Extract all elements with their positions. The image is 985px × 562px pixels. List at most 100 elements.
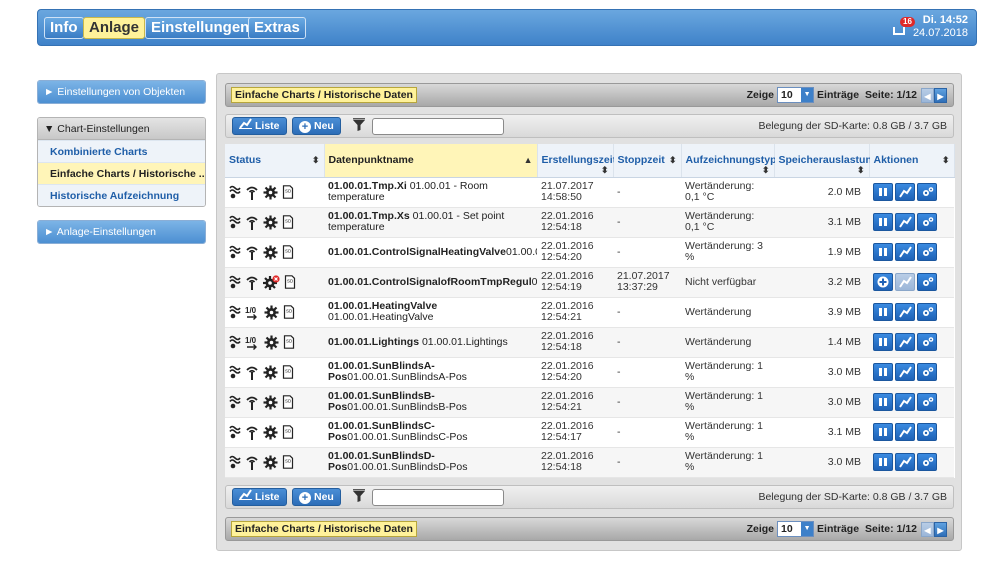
datapoint-name-cell[interactable]: 01.00.01.Tmp.Xi 01.00.01 - Room temperat…: [324, 177, 537, 208]
add-button[interactable]: [873, 273, 893, 291]
chart-button[interactable]: [895, 423, 915, 441]
pause-button[interactable]: [873, 333, 893, 351]
settings-button[interactable]: [917, 363, 937, 381]
storage-cell: 3.0 MB: [774, 387, 869, 418]
chart-button[interactable]: [895, 213, 915, 231]
sidebar-item-historical-recording[interactable]: Historische Aufzeichnung: [38, 184, 205, 206]
settings-button[interactable]: [917, 453, 937, 471]
status-icons: SD: [229, 365, 320, 380]
search-input[interactable]: [372, 118, 504, 135]
new-button[interactable]: + Neu: [292, 117, 341, 135]
created-cell: 22.01.2016 12:54:21: [537, 387, 613, 418]
chart-button[interactable]: [895, 393, 915, 411]
datapoint-name-cell[interactable]: 01.00.01.Lightings 01.00.01.Lightings: [324, 327, 537, 358]
action-buttons: [873, 183, 950, 201]
column-header-storage[interactable]: Speicherauslastung ⬍: [774, 144, 878, 178]
column-header-name[interactable]: Datenpunktname ▲: [324, 144, 538, 178]
pause-button[interactable]: [873, 423, 893, 441]
sort-asc-icon: ▲: [523, 155, 533, 166]
datapoint-name-cell[interactable]: 01.00.01.SunBlindsA-Pos01.00.01.SunBlind…: [324, 357, 537, 388]
entries-select[interactable]: 10 ▼: [777, 87, 815, 103]
table-row[interactable]: 1/0 SD 01.00.01.HeatingValve 01.00.01.Heat…: [225, 297, 954, 328]
datapoint-name-cell[interactable]: 01.00.01.ControlSignalHeatingValve01.00.…: [324, 237, 537, 268]
table-row[interactable]: SD 01.00.01.Tmp.Xs 01.00.01 - Set point t…: [225, 207, 954, 238]
sd-card-usage: Belegung der SD-Karte: 0.8 GB / 3.7 GB: [758, 120, 947, 132]
next-page-button[interactable]: ▶: [934, 87, 947, 103]
table-row[interactable]: SD 01.00.01.ControlSignalofRoomTmpRegul01…: [225, 267, 954, 298]
toolbar-top: Liste + Neu Belegung der SD-Karte: 0.8 GB…: [225, 114, 954, 138]
storage-cell: 3.1 MB: [774, 207, 869, 238]
svg-text:SD: SD: [285, 429, 292, 434]
nav-tab-anlage[interactable]: Anlage: [83, 17, 146, 39]
action-buttons: [873, 243, 950, 261]
settings-button[interactable]: [917, 183, 937, 201]
chart-icon: [898, 306, 912, 318]
chart-button[interactable]: [895, 303, 915, 321]
sd-card-icon: SD: [284, 275, 296, 289]
filter-icon[interactable]: [352, 489, 366, 506]
type-cell: Wertänderung: [681, 327, 774, 358]
sidebar-header-chart-settings[interactable]: ▼ Chart-Einstellungen: [38, 118, 205, 140]
datapoint-name-cell[interactable]: 01.00.01.SunBlindsB-Pos01.00.01.SunBlind…: [324, 387, 537, 418]
sidebar-group-charts: ▼ Chart-Einstellungen Kombinierte Charts…: [37, 117, 206, 207]
settings-button[interactable]: [917, 423, 937, 441]
settings-button[interactable]: [917, 303, 937, 321]
status-cell: 1/0 SD: [225, 327, 324, 358]
pause-button[interactable]: [873, 303, 893, 321]
svg-text:SD: SD: [285, 189, 292, 194]
table-row[interactable]: SD 01.00.01.SunBlindsD-Pos01.00.01.SunBli…: [225, 447, 954, 478]
list-button[interactable]: Liste: [232, 117, 287, 135]
sd-card-icon: SD: [282, 455, 294, 469]
clock: Di. 14:52 24.07.2018: [913, 14, 968, 40]
datapoint-name-cell[interactable]: 01.00.01.HeatingValve 01.00.01.HeatingVa…: [324, 297, 537, 328]
settings-button[interactable]: [917, 393, 937, 411]
sidebar-item-simple-charts[interactable]: Einfache Charts / Historische ...: [38, 162, 205, 184]
entries-select-bottom[interactable]: 10 ▼: [777, 521, 815, 537]
column-header-status[interactable]: Status ⬍: [225, 144, 325, 178]
actions-cell: [869, 237, 954, 268]
datapoint-name-cell[interactable]: 01.00.01.ControlSignalofRoomTmpRegul01.0…: [324, 267, 537, 298]
pause-button[interactable]: [873, 213, 893, 231]
chart-button[interactable]: [895, 453, 915, 471]
next-page-button[interactable]: ▶: [934, 521, 947, 537]
previous-page-button[interactable]: ◀: [921, 87, 934, 103]
table-row[interactable]: SD 01.00.01.ControlSignalHeatingValve01.0…: [225, 237, 954, 268]
nav-tab-extras[interactable]: Extras: [248, 17, 306, 39]
pause-button[interactable]: [873, 453, 893, 471]
chart-button[interactable]: [895, 183, 915, 201]
settings-button[interactable]: [917, 333, 937, 351]
filter-icon[interactable]: [352, 118, 366, 135]
pause-button[interactable]: [873, 243, 893, 261]
search-input-bottom[interactable]: [372, 489, 504, 506]
chart-button[interactable]: [895, 363, 915, 381]
settings-button[interactable]: [917, 273, 937, 291]
new-button-bottom[interactable]: + Neu: [292, 488, 341, 506]
datapoint-name-cell[interactable]: 01.00.01.SunBlindsD-Pos01.00.01.SunBlind…: [324, 447, 537, 478]
chart-button[interactable]: [895, 333, 915, 351]
column-header-stop[interactable]: Stoppzeit ⬍: [613, 144, 682, 178]
table-row[interactable]: SD 01.00.01.Tmp.Xi 01.00.01 - Room temper…: [225, 177, 954, 208]
column-header-created[interactable]: Erstellungszeit ⬍: [537, 144, 616, 178]
breadcrumb-bottom: Einfache Charts / Historische Daten: [231, 521, 417, 537]
pause-button[interactable]: [873, 363, 893, 381]
table-row[interactable]: SD 01.00.01.SunBlindsC-Pos01.00.01.SunBli…: [225, 417, 954, 448]
table-row[interactable]: SD 01.00.01.SunBlindsB-Pos01.00.01.SunBli…: [225, 387, 954, 418]
table-row[interactable]: 1/0 SD 01.00.01.Lightings 01.00.01.Lightin…: [225, 327, 954, 358]
previous-page-button[interactable]: ◀: [921, 521, 934, 537]
chart-button[interactable]: [895, 273, 915, 291]
table-row[interactable]: SD 01.00.01.SunBlindsA-Pos01.00.01.SunBli…: [225, 357, 954, 388]
settings-button[interactable]: [917, 213, 937, 231]
chart-button[interactable]: [895, 243, 915, 261]
nav-tab-info[interactable]: Info: [44, 17, 84, 39]
nav-tab-einstellungen[interactable]: Einstellungen: [145, 17, 256, 39]
datapoint-name-cell[interactable]: 01.00.01.Tmp.Xs 01.00.01 - Set point tem…: [324, 207, 537, 238]
settings-button[interactable]: [917, 243, 937, 261]
list-button-bottom[interactable]: Liste: [232, 488, 287, 506]
column-header-type[interactable]: Aufzeichnungstyp ⬍: [681, 144, 777, 178]
sidebar-item-combined-charts[interactable]: Kombinierte Charts: [38, 140, 205, 162]
pause-button[interactable]: [873, 183, 893, 201]
sidebar-header-objects[interactable]: ► Einstellungen von Objekten: [38, 81, 205, 103]
sidebar-header-plant-settings[interactable]: ► Anlage-Einstellungen: [38, 221, 205, 243]
datapoint-name-cell[interactable]: 01.00.01.SunBlindsC-Pos01.00.01.SunBlind…: [324, 417, 537, 448]
pause-button[interactable]: [873, 393, 893, 411]
